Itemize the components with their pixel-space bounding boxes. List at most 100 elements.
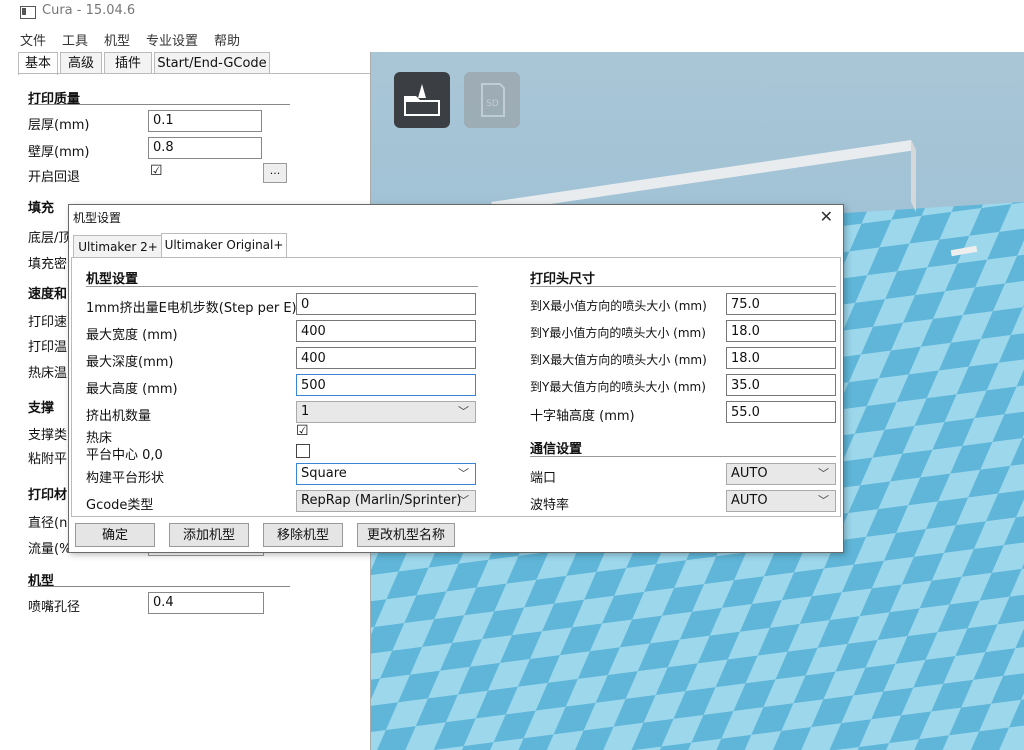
- max-height-label: 最大高度 (mm): [86, 382, 178, 397]
- add-machine-button[interactable]: 添加机型: [169, 523, 249, 547]
- machine-settings-title: 机型设置: [86, 272, 139, 287]
- nozzle-size-input[interactable]: 0.4: [148, 592, 264, 614]
- back-wall: [491, 140, 916, 212]
- steps-per-e-label: 1mm挤出量E电机步数(Step per E): [86, 301, 297, 316]
- retraction-checkbox[interactable]: ☑: [150, 163, 163, 179]
- baudrate-value: AUTO: [731, 493, 768, 508]
- shell-thickness-input[interactable]: 0.8: [148, 137, 262, 159]
- serial-port-value: AUTO: [731, 466, 768, 481]
- remove-machine-button[interactable]: 移除机型: [263, 523, 343, 547]
- chevron-down-icon: ﹀: [458, 405, 469, 418]
- retraction-settings-button[interactable]: ...: [263, 163, 287, 183]
- load-folder-icon: [404, 84, 440, 116]
- max-width-label: 最大宽度 (mm): [86, 328, 178, 343]
- chevron-down-icon: ﹀: [458, 494, 469, 507]
- gcode-flavor-select[interactable]: RepRap (Marlin/Sprinter) ﹀: [296, 490, 476, 512]
- section-rule: [530, 456, 836, 457]
- dialog-title: 机型设置: [73, 211, 122, 225]
- window-title: Cura - 15.04.6: [42, 3, 136, 18]
- chevron-down-icon: ﹀: [458, 467, 469, 480]
- svg-text:SD: SD: [486, 99, 499, 109]
- head-y-max-input[interactable]: 35.0: [726, 374, 836, 396]
- menu-expert[interactable]: 专业设置: [146, 30, 198, 49]
- chevron-down-icon: ﹀: [818, 467, 829, 480]
- layer-height-input[interactable]: 0.1: [148, 110, 262, 132]
- section-support: 支撑: [28, 401, 55, 416]
- extruder-count-select[interactable]: 1 ﹀: [296, 401, 476, 423]
- extruder-count-value: 1: [301, 404, 310, 419]
- tab-ultimaker-original-plus[interactable]: Ultimaker Original+: [161, 233, 287, 258]
- tab-basic[interactable]: 基本: [18, 52, 58, 75]
- shell-thickness-label: 壁厚(mm): [28, 145, 90, 160]
- bed-shape-value: Square: [301, 466, 347, 481]
- serial-port-select[interactable]: AUTO ﹀: [726, 463, 836, 485]
- bottom-top-label: 底层/顶: [28, 231, 72, 246]
- center-origin-checkbox[interactable]: [296, 444, 310, 458]
- sd-card-icon: SD: [481, 83, 505, 117]
- max-height-input[interactable]: 500: [296, 374, 476, 396]
- menu-help[interactable]: 帮助: [214, 30, 240, 49]
- gantry-height-label: 十字轴高度 (mm): [530, 409, 635, 424]
- section-speed: 速度和: [28, 287, 68, 302]
- layer-height-label: 层厚(mm): [28, 118, 90, 133]
- head-size-title: 打印头尺寸: [530, 272, 596, 287]
- tab-start-end-gcode[interactable]: Start/End-GCode: [154, 52, 270, 74]
- section-filament: 打印材: [28, 488, 68, 503]
- ok-button[interactable]: 确定: [75, 523, 155, 547]
- heated-bed-checkbox[interactable]: ☑: [296, 423, 309, 439]
- head-x-max-input[interactable]: 18.0: [726, 347, 836, 369]
- gcode-flavor-value: RepRap (Marlin/Sprinter): [301, 493, 462, 508]
- close-icon[interactable]: ✕: [820, 207, 833, 226]
- center-origin-label: 平台中心 0,0: [86, 448, 163, 463]
- section-rule: [28, 586, 290, 587]
- head-x-max-label: 到X最大值方向的喷头大小 (mm): [530, 353, 707, 367]
- chevron-down-icon: ﹀: [818, 494, 829, 507]
- nozzle-size-label: 喷嘴孔径: [28, 600, 81, 615]
- retraction-label: 开启回退: [28, 170, 81, 185]
- section-rule: [28, 104, 290, 105]
- bed-shape-select[interactable]: Square ﹀: [296, 463, 476, 485]
- print-temp-label: 打印温: [28, 340, 68, 355]
- rename-machine-button[interactable]: 更改机型名称: [357, 523, 455, 547]
- tab-ultimaker-2-plus[interactable]: Ultimaker 2+: [73, 235, 163, 258]
- tab-advanced[interactable]: 高级: [60, 52, 102, 74]
- head-x-min-input[interactable]: 75.0: [726, 293, 836, 315]
- max-depth-input[interactable]: 400: [296, 347, 476, 369]
- extruder-count-label: 挤出机数量: [86, 409, 152, 424]
- section-rule: [86, 286, 478, 287]
- flow-label: 流量(%: [28, 542, 72, 557]
- head-y-min-label: 到Y最小值方向的喷头大小 (mm): [530, 326, 706, 340]
- section-rule: [530, 286, 836, 287]
- menu-bar: 文件 工具 机型 专业设置 帮助: [0, 28, 370, 49]
- fill-density-label: 填充密: [28, 257, 68, 272]
- window-titlebar: Cura - 15.04.6: [0, 0, 1024, 26]
- head-x-min-label: 到X最小值方向的喷头大小 (mm): [530, 299, 707, 313]
- platform-adhesion-label: 粘附平: [28, 452, 68, 467]
- gantry-height-input[interactable]: 55.0: [726, 401, 836, 423]
- bed-temp-label: 热床温: [28, 366, 68, 381]
- tab-divider: [18, 73, 370, 74]
- tab-plugins[interactable]: 插件: [104, 52, 152, 74]
- menu-tools[interactable]: 工具: [62, 30, 88, 49]
- save-sd-button[interactable]: SD: [464, 72, 520, 128]
- dialog-pane: 机型设置 1mm挤出量E电机步数(Step per E) 0 最大宽度 (mm)…: [71, 257, 841, 517]
- back-wall-edge: [911, 140, 916, 212]
- baudrate-label: 波特率: [530, 498, 570, 513]
- print-speed-label: 打印速: [28, 315, 68, 330]
- menu-machine[interactable]: 机型: [104, 30, 130, 49]
- max-width-input[interactable]: 400: [296, 320, 476, 342]
- steps-per-e-input[interactable]: 0: [296, 293, 476, 315]
- section-fill: 填充: [28, 201, 55, 216]
- head-y-max-label: 到Y最大值方向的喷头大小 (mm): [530, 380, 706, 394]
- baudrate-select[interactable]: AUTO ﹀: [726, 490, 836, 512]
- cura-app-icon: [20, 6, 36, 19]
- machine-settings-dialog: 机型设置 ✕ Ultimaker 2+ Ultimaker Original+ …: [68, 204, 844, 553]
- max-depth-label: 最大深度(mm): [86, 355, 174, 370]
- menu-file[interactable]: 文件: [20, 30, 46, 49]
- gcode-flavor-label: Gcode类型: [86, 498, 154, 513]
- load-model-button[interactable]: [394, 72, 450, 128]
- head-y-min-input[interactable]: 18.0: [726, 320, 836, 342]
- serial-port-label: 端口: [530, 471, 557, 486]
- diameter-label: 直径(n: [28, 516, 68, 531]
- communication-title: 通信设置: [530, 442, 583, 457]
